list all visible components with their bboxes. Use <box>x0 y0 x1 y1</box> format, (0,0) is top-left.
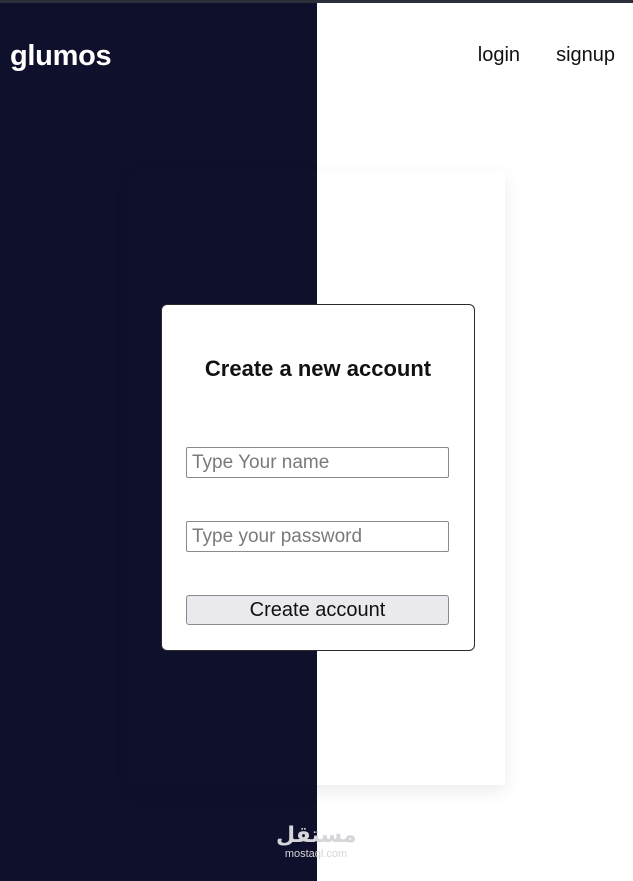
watermark-latin-text: mostaql.com <box>284 848 348 860</box>
create-account-button[interactable]: Create account <box>186 595 449 625</box>
form-title: Create a new account <box>204 356 432 381</box>
mostaql-watermark: مستقل mostaql.com <box>276 823 357 861</box>
password-input[interactable] <box>186 521 449 552</box>
signup-form-card: Create a new account Create account <box>161 304 475 651</box>
top-nav: login signup <box>478 42 615 68</box>
nav-signup-link[interactable]: signup <box>556 42 615 68</box>
brand-logo[interactable]: glumos <box>10 38 112 74</box>
name-input[interactable] <box>186 447 449 478</box>
nav-login-link[interactable]: login <box>478 42 520 68</box>
watermark-arabic-text: مستقل <box>276 823 357 848</box>
